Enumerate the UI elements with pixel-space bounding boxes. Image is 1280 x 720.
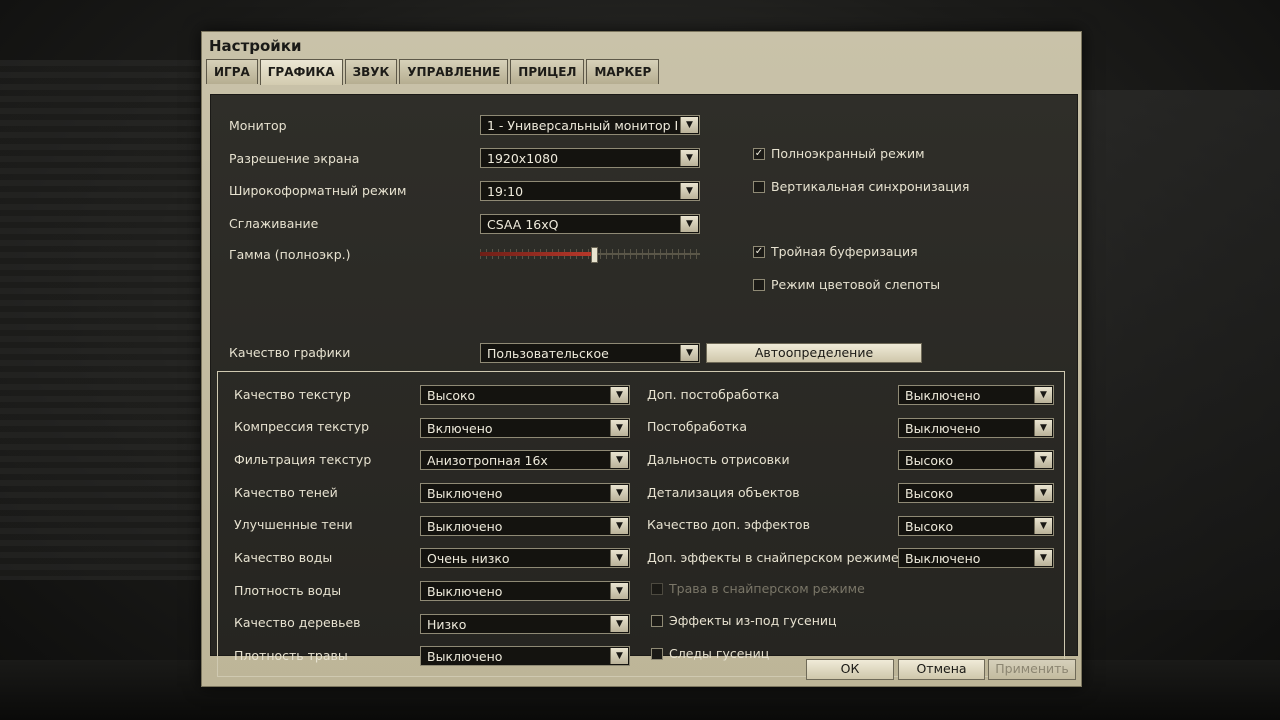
improved-shadows-select[interactable]: Выключено ▼ xyxy=(420,516,630,536)
water-quality-label: Качество воды xyxy=(234,550,333,565)
ok-button[interactable]: ОК xyxy=(806,659,894,680)
triple-buffer-checkbox[interactable]: ✓ xyxy=(753,246,765,258)
tree-quality-select[interactable]: Низко ▼ xyxy=(420,614,630,634)
resolution-label: Разрешение экрана xyxy=(229,151,360,166)
chevron-down-icon: ▼ xyxy=(680,150,698,166)
tab-marker[interactable]: МАРКЕР xyxy=(586,59,660,84)
texture-quality-label: Качество текстур xyxy=(234,387,351,402)
chevron-down-icon: ▼ xyxy=(680,117,698,133)
chevron-down-icon: ▼ xyxy=(680,345,698,361)
chevron-down-icon: ▼ xyxy=(610,387,628,403)
chevron-down-icon: ▼ xyxy=(1034,452,1052,468)
colorblind-checkbox[interactable] xyxy=(753,279,765,291)
chevron-down-icon: ▼ xyxy=(610,420,628,436)
chevron-down-icon: ▼ xyxy=(680,183,698,199)
chevron-down-icon: ▼ xyxy=(680,216,698,232)
antialiasing-label: Сглаживание xyxy=(229,216,319,231)
object-detail-select[interactable]: Высоко ▼ xyxy=(898,483,1054,503)
chevron-down-icon: ▼ xyxy=(610,583,628,599)
chevron-down-icon: ▼ xyxy=(610,648,628,664)
gamma-slider-fill xyxy=(480,252,595,256)
texture-filtering-label: Фильтрация текстур xyxy=(234,452,372,467)
chevron-down-icon: ▼ xyxy=(610,616,628,632)
chevron-down-icon: ▼ xyxy=(1034,485,1052,501)
extra-effects-label: Качество доп. эффектов xyxy=(647,517,810,532)
triple-buffer-label: Тройная буферизация xyxy=(771,244,918,259)
quality-label: Качество графики xyxy=(229,345,351,360)
improved-shadows-label: Улучшенные тени xyxy=(234,517,353,532)
vsync-checkbox[interactable] xyxy=(753,181,765,193)
postprocessing-label: Постобработка xyxy=(647,419,747,434)
extra-postprocessing-label: Доп. постобработка xyxy=(647,387,780,402)
sniper-effects-label: Доп. эффекты в снайперском режиме xyxy=(647,550,899,565)
colorblind-label: Режим цветовой слепоты xyxy=(771,277,941,292)
extra-effects-select[interactable]: Высоко ▼ xyxy=(898,516,1054,536)
tab-controls[interactable]: УПРАВЛЕНИЕ xyxy=(399,59,509,84)
chevron-down-icon: ▼ xyxy=(610,518,628,534)
water-quality-select[interactable]: Очень низко ▼ xyxy=(420,548,630,568)
fullscreen-label: Полноэкранный режим xyxy=(771,146,925,161)
chevron-down-icon: ▼ xyxy=(1034,518,1052,534)
sniper-effects-select[interactable]: Выключено ▼ xyxy=(898,548,1054,568)
track-marks-label: Следы гусениц xyxy=(669,646,770,661)
cancel-button[interactable]: Отмена xyxy=(898,659,985,680)
settings-window: Настройки ИГРА ГРАФИКА ЗВУК УПРАВЛЕНИЕ П… xyxy=(201,31,1082,687)
shadow-quality-select[interactable]: Выключено ▼ xyxy=(420,483,630,503)
chevron-down-icon: ▼ xyxy=(610,452,628,468)
autodetect-button[interactable]: Автоопределение xyxy=(706,343,922,363)
chevron-down-icon: ▼ xyxy=(1034,550,1052,566)
widescreen-label: Широкоформатный режим xyxy=(229,183,407,198)
widescreen-select[interactable]: 19:10 ▼ xyxy=(480,181,700,201)
resolution-select[interactable]: 1920x1080 ▼ xyxy=(480,148,700,168)
monitor-select[interactable]: 1 - Универсальный монитор PnP ▼ xyxy=(480,115,700,135)
advanced-settings-box: Качество текстур Высоко ▼ Компрессия тек… xyxy=(217,371,1065,677)
water-density-select[interactable]: Выключено ▼ xyxy=(420,581,630,601)
draw-distance-label: Дальность отрисовки xyxy=(647,452,790,467)
track-marks-checkbox[interactable] xyxy=(651,648,663,660)
chevron-down-icon: ▼ xyxy=(1034,387,1052,403)
vsync-label: Вертикальная синхронизация xyxy=(771,179,970,194)
chevron-down-icon: ▼ xyxy=(610,550,628,566)
window-title: Настройки xyxy=(209,37,302,55)
tree-quality-label: Качество деревьев xyxy=(234,615,361,630)
tab-game[interactable]: ИГРА xyxy=(206,59,258,84)
tab-sound[interactable]: ЗВУК xyxy=(344,59,398,84)
water-density-label: Плотность воды xyxy=(234,583,342,598)
graphics-panel: Монитор 1 - Универсальный монитор PnP ▼ … xyxy=(210,94,1078,677)
grass-density-label: Плотность травы xyxy=(234,648,348,663)
grass-density-select[interactable]: Выключено ▼ xyxy=(420,646,630,666)
tab-graphics[interactable]: ГРАФИКА xyxy=(259,59,343,85)
track-effects-label: Эффекты из-под гусениц xyxy=(669,613,837,628)
antialiasing-select[interactable]: CSAA 16xQ ▼ xyxy=(480,214,700,234)
shadow-quality-label: Качество теней xyxy=(234,485,338,500)
monitor-label: Монитор xyxy=(229,118,287,133)
fullscreen-checkbox[interactable]: ✓ xyxy=(753,148,765,160)
tab-bar: ИГРА ГРАФИКА ЗВУК УПРАВЛЕНИЕ ПРИЦЕЛ МАРК… xyxy=(206,59,660,85)
object-detail-label: Детализация объектов xyxy=(647,485,800,500)
track-effects-checkbox[interactable] xyxy=(651,615,663,627)
gamma-label: Гамма (полноэкр.) xyxy=(229,247,351,262)
gamma-slider[interactable] xyxy=(480,247,700,263)
gamma-slider-thumb[interactable] xyxy=(591,247,599,263)
background-hangar-left xyxy=(0,60,200,580)
background-hangar-right xyxy=(1080,90,1280,610)
texture-quality-select[interactable]: Высоко ▼ xyxy=(420,385,630,405)
sniper-grass-label: Трава в снайперском режиме xyxy=(669,581,865,596)
quality-select[interactable]: Пользовательское ▼ xyxy=(480,343,700,363)
texture-filtering-select[interactable]: Анизотропная 16x ▼ xyxy=(420,450,630,470)
chevron-down-icon: ▼ xyxy=(1034,420,1052,436)
postprocessing-select[interactable]: Выключено ▼ xyxy=(898,418,1054,438)
chevron-down-icon: ▼ xyxy=(610,485,628,501)
apply-button[interactable]: Применить xyxy=(988,659,1076,680)
extra-postprocessing-select[interactable]: Выключено ▼ xyxy=(898,385,1054,405)
texture-compression-select[interactable]: Включено ▼ xyxy=(420,418,630,438)
texture-compression-label: Компрессия текстур xyxy=(234,419,370,434)
draw-distance-select[interactable]: Высоко ▼ xyxy=(898,450,1054,470)
tab-sight[interactable]: ПРИЦЕЛ xyxy=(510,59,585,84)
sniper-grass-checkbox[interactable] xyxy=(651,583,663,595)
